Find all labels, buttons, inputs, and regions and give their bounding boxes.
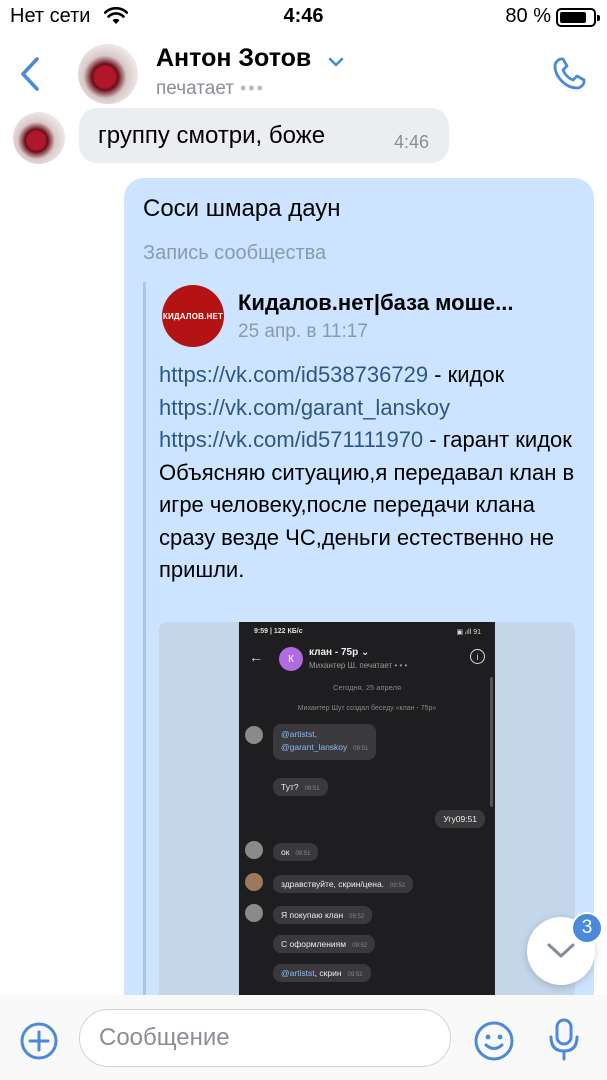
unread-count-badge: 3 [571, 912, 603, 944]
voice-message-button[interactable] [546, 1017, 582, 1063]
community-name[interactable]: Кидалов.нет|база моше... [238, 290, 558, 316]
screenshot-chat-title: клан - 75р ⌄ [309, 647, 370, 658]
repost-label: Запись сообщества [143, 242, 327, 264]
screenshot-avatar [245, 873, 263, 891]
screenshot-message: @artistst, скрин 09:52 [273, 964, 371, 982]
screenshot-message: С оформлениям 09:52 [273, 935, 376, 953]
status-bar: Нет сети 4:46 80 % [0, 0, 607, 34]
screenshot-message: ок 09:51 [273, 843, 319, 861]
screenshot-phone: 9:59 | 122 КБ/с ▣ ᵢıll 91 ← К клан - 75р… [239, 622, 495, 1038]
post-text-part: - кидок [428, 362, 505, 387]
post-link[interactable]: https://vk.com/id538736729 [159, 362, 428, 387]
screenshot-message: Тут? 09:51 [273, 778, 328, 796]
screenshot-status-right: ▣ ᵢıll 91 [456, 629, 481, 636]
post-date: 25 апр. в 11:17 [238, 321, 368, 342]
typing-dots: ••• [239, 78, 265, 98]
post-image[interactable]: 9:59 | 122 КБ/с ▣ ᵢıll 91 ← К клан - 75р… [159, 622, 575, 1038]
chevron-left-icon [21, 57, 39, 91]
incoming-message[interactable]: группу смотри, боже 4:46 [79, 108, 449, 163]
back-button[interactable] [12, 52, 48, 96]
screenshot-chat-avatar: К [279, 647, 303, 671]
contact-avatar[interactable] [78, 44, 138, 104]
post-link[interactable]: https://vk.com/id571111970 [159, 427, 423, 452]
screenshot-date: Сегодня, 25 апреля [332, 683, 402, 692]
battery-icon [556, 8, 600, 27]
post-text-part: - гарант кидок [423, 427, 572, 452]
screenshot-message: здравствуйте, скрин/цена. 09:52 [273, 875, 414, 893]
screenshot-status: 9:59 | 122 КБ/с [254, 628, 303, 635]
screenshot-message: Я покупаю клан 09:52 [273, 906, 373, 924]
screenshot-chat-status: Михантер Ш. печатает • • • [309, 661, 408, 670]
screenshot-message-out: Угу09:51 [435, 810, 485, 828]
screenshot-back-icon: ← [249, 649, 263, 665]
screenshot-created: Михантер Шут создал беседу «клан - 75р» [297, 705, 437, 712]
screenshot-avatar [245, 726, 263, 744]
chevron-down-icon [328, 45, 344, 74]
message-composer [0, 995, 607, 1080]
message-text: Соси шмара даун [143, 195, 341, 222]
screenshot-avatar [245, 904, 263, 922]
contact-name[interactable]: Антон Зотов [156, 44, 344, 74]
screenshot-avatar [245, 841, 263, 859]
battery-percent: 80 % [505, 5, 551, 27]
message-text: группу смотри, боже [98, 122, 326, 149]
message-time: 4:46 [393, 132, 429, 152]
typing-status-text: печатает [156, 78, 234, 99]
contact-name-text: Антон Зотов [156, 44, 312, 72]
typing-status: печатает ••• [156, 78, 265, 100]
screenshot-scrollbar [490, 677, 493, 807]
message-input[interactable] [79, 1009, 451, 1067]
chat-header: Антон Зотов печатает ••• [0, 34, 607, 114]
post-text: https://vk.com/id538736729 - кидок https… [159, 359, 584, 587]
microphone-icon [549, 1018, 579, 1061]
community-avatar[interactable]: КИДАЛОВ.НЕТ [162, 285, 224, 347]
call-button[interactable] [547, 52, 591, 96]
phone-icon [553, 57, 586, 90]
outgoing-message[interactable]: Соси шмара даун Запись сообщества КИДАЛО… [124, 178, 594, 1038]
chevron-down-icon [547, 943, 575, 958]
screenshot-message: @artistst, @garant_lanskoy 09:51 [273, 724, 377, 760]
post-link[interactable]: https://vk.com/garant_lanskoy [159, 395, 450, 420]
smiley-icon [474, 1021, 514, 1061]
repost-divider [143, 282, 146, 1038]
emoji-button[interactable] [472, 1019, 516, 1063]
sender-avatar[interactable] [13, 112, 65, 164]
screenshot-info-icon: i [470, 649, 485, 664]
attach-button[interactable] [19, 1021, 59, 1061]
community-avatar-text: КИДАЛОВ.НЕТ [162, 311, 224, 321]
plus-circle-icon [20, 1022, 58, 1060]
post-body: Объясняю ситуацию,я передавал клан в игр… [159, 459, 575, 583]
